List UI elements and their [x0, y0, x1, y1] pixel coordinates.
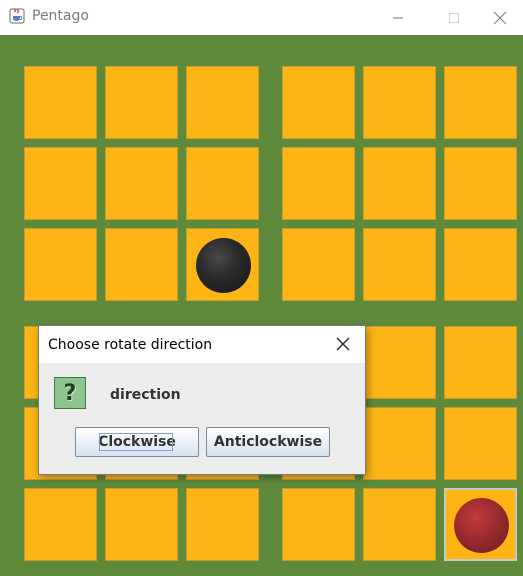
board-cell-r6-c3[interactable] [186, 488, 259, 561]
minimize-icon [393, 17, 403, 18]
board-cell-r2-c2[interactable] [105, 147, 178, 220]
board-cell-r4-c6[interactable] [444, 326, 517, 399]
window-titlebar: Pentago [0, 0, 523, 35]
rotate-direction-dialog: Choose rotate direction ? direction Cloc… [38, 325, 366, 475]
board-cell-r6-c1[interactable] [24, 488, 97, 561]
board-cell-r1-c6[interactable] [444, 66, 517, 139]
board-cell-r2-c1[interactable] [24, 147, 97, 220]
dialog-title: Choose rotate direction [48, 337, 213, 353]
question-icon: ? [54, 377, 86, 409]
clockwise-button[interactable]: Clockwise [75, 427, 199, 457]
board-cell-r3-c2[interactable] [105, 228, 178, 301]
dialog-message: direction [110, 387, 181, 403]
board-cell-r3-c5[interactable] [363, 228, 436, 301]
board-cell-r6-c4[interactable] [282, 488, 355, 561]
game-board [0, 35, 523, 576]
board-cell-r2-c3[interactable] [186, 147, 259, 220]
anticlockwise-button[interactable]: Anticlockwise [206, 427, 330, 457]
board-cell-r2-c6[interactable] [444, 147, 517, 220]
board-cell-r2-c5[interactable] [363, 147, 436, 220]
dialog-close-button[interactable] [331, 332, 355, 356]
window-title: Pentago [32, 8, 89, 24]
minimize-button[interactable] [375, 0, 421, 35]
board-cell-r6-c6[interactable] [444, 488, 517, 561]
board-cell-r1-c3[interactable] [186, 66, 259, 139]
close-icon [336, 337, 350, 351]
java-app-icon [9, 8, 25, 24]
board-cell-r1-c5[interactable] [363, 66, 436, 139]
board-cell-r3-c4[interactable] [282, 228, 355, 301]
board-cell-r6-c2[interactable] [105, 488, 178, 561]
board-cell-r3-c6[interactable] [444, 228, 517, 301]
focus-ring [99, 433, 173, 451]
board-cell-r5-c6[interactable] [444, 407, 517, 480]
close-window-button[interactable] [477, 0, 523, 35]
close-icon [493, 11, 507, 24]
board-cell-r1-c2[interactable] [105, 66, 178, 139]
red-marble [454, 498, 509, 553]
anticlockwise-button-label: Anticlockwise [213, 434, 323, 450]
dialog-header: Choose rotate direction [39, 326, 365, 363]
board-cell-r6-c5[interactable] [363, 488, 436, 561]
board-cell-r4-c5[interactable] [363, 326, 436, 399]
black-marble [196, 238, 251, 293]
maximize-button[interactable] [431, 0, 477, 35]
board-cell-r5-c5[interactable] [363, 407, 436, 480]
maximize-icon [449, 12, 459, 23]
board-cell-r3-c3[interactable] [186, 228, 259, 301]
board-cell-r1-c1[interactable] [24, 66, 97, 139]
board-cell-r3-c1[interactable] [24, 228, 97, 301]
board-cell-r1-c4[interactable] [282, 66, 355, 139]
board-cell-r2-c4[interactable] [282, 147, 355, 220]
